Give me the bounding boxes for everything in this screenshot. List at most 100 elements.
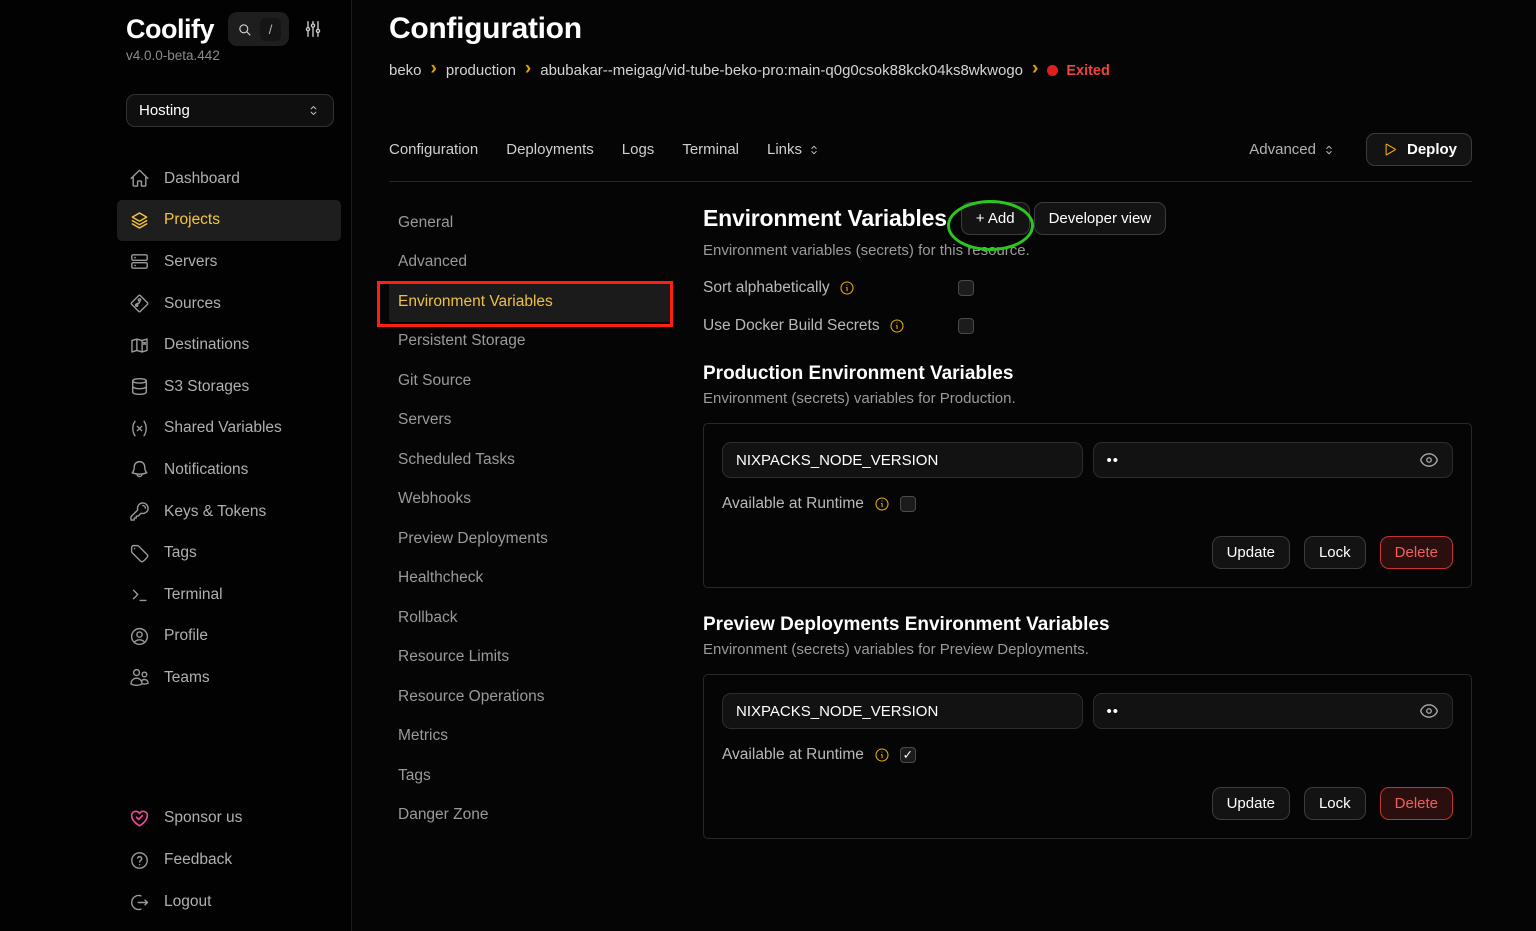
subnav-item-tags[interactable]: Tags xyxy=(389,756,672,796)
chevron-updown-icon xyxy=(1322,143,1336,157)
tab-logs[interactable]: Logs xyxy=(622,141,655,158)
key-icon xyxy=(129,501,150,522)
eye-icon[interactable] xyxy=(1419,701,1439,721)
home-icon xyxy=(129,168,150,189)
page-title: Configuration xyxy=(389,12,582,46)
subnav-item-persistent-storage[interactable]: Persistent Storage xyxy=(389,322,672,362)
main-area: Configuration beko › production › abubak… xyxy=(352,0,1536,931)
env-var-name-input[interactable] xyxy=(722,693,1083,729)
sidebar-item-keys-tokens[interactable]: Keys & Tokens xyxy=(117,491,341,533)
sidebar-item-s3-storages[interactable]: S3 Storages xyxy=(117,366,341,408)
subnav-item-resource-limits[interactable]: Resource Limits xyxy=(389,638,672,678)
subnav-item-scheduled-tasks[interactable]: Scheduled Tasks xyxy=(389,440,672,480)
server-icon xyxy=(129,251,150,272)
database-icon xyxy=(129,376,150,397)
eye-icon[interactable] xyxy=(1419,450,1439,470)
runtime-label: Available at Runtime xyxy=(722,746,864,764)
toggle-label: Sort alphabetically xyxy=(703,279,830,297)
info-icon xyxy=(889,318,905,334)
subnav-item-advanced[interactable]: Advanced xyxy=(389,243,672,283)
info-icon xyxy=(874,496,890,512)
app-logo[interactable]: Coolify xyxy=(126,14,214,45)
deploy-button[interactable]: Deploy xyxy=(1366,133,1472,166)
tab-terminal[interactable]: Terminal xyxy=(682,141,739,158)
variable-icon xyxy=(129,418,150,439)
env-var-value-input[interactable]: •• xyxy=(1093,442,1454,478)
delete-button[interactable]: Delete xyxy=(1380,787,1453,820)
subnav-item-resource-operations[interactable]: Resource Operations xyxy=(389,677,672,717)
env-var-name-input[interactable] xyxy=(722,442,1083,478)
team-selector[interactable]: Hosting xyxy=(126,94,334,127)
tab-deployments[interactable]: Deployments xyxy=(506,141,594,158)
sort-alphabetically-row: Sort alphabetically xyxy=(703,277,1472,299)
sidebar-item-logout[interactable]: Logout xyxy=(117,881,341,923)
heart-icon xyxy=(129,808,150,829)
sidebar-item-terminal[interactable]: Terminal xyxy=(117,574,341,616)
subnav-item-healthcheck[interactable]: Healthcheck xyxy=(389,559,672,599)
bell-icon xyxy=(129,459,150,480)
sidebar: Coolify / v4.0.0-beta.442 Hosting Dashbo… xyxy=(0,0,352,931)
layers-icon xyxy=(129,210,150,231)
user-circle-icon xyxy=(129,626,150,647)
sidebar-item-sources[interactable]: Sources xyxy=(117,283,341,325)
search-icon xyxy=(236,21,253,38)
sidebar-item-projects[interactable]: Projects xyxy=(117,200,341,242)
runtime-label: Available at Runtime xyxy=(722,495,864,513)
git-source-icon xyxy=(129,293,150,314)
available-at-runtime-row: Available at Runtime xyxy=(722,492,1453,516)
update-button[interactable]: Update xyxy=(1212,787,1290,820)
sliders-icon[interactable] xyxy=(303,19,323,39)
lock-button[interactable]: Lock xyxy=(1304,536,1366,569)
sidebar-item-sponsor-us[interactable]: Sponsor us xyxy=(117,797,341,839)
sidebar-item-shared-variables[interactable]: Shared Variables xyxy=(117,408,341,450)
update-button[interactable]: Update xyxy=(1212,536,1290,569)
status-label: Exited xyxy=(1066,63,1110,79)
terminal-icon xyxy=(129,584,150,605)
play-icon xyxy=(1381,141,1398,158)
sidebar-item-destinations[interactable]: Destinations xyxy=(117,324,341,366)
search-shortcut-key: / xyxy=(260,18,281,41)
sidebar-item-teams[interactable]: Teams xyxy=(117,657,341,699)
subnav-item-danger-zone[interactable]: Danger Zone xyxy=(389,796,672,836)
subnav-item-general[interactable]: General xyxy=(389,203,672,243)
sidebar-item-tags[interactable]: Tags xyxy=(117,532,341,574)
advanced-dropdown[interactable]: Advanced xyxy=(1249,141,1336,158)
subnav-item-metrics[interactable]: Metrics xyxy=(389,717,672,757)
sidebar-item-notifications[interactable]: Notifications xyxy=(117,449,341,491)
sidebar-item-dashboard[interactable]: Dashboard xyxy=(117,158,341,200)
available-at-runtime-checkbox[interactable] xyxy=(900,496,916,512)
breadcrumb-resource[interactable]: abubakar--meigag/vid-tube-beko-pro:main-… xyxy=(540,62,1023,79)
sidebar-item-feedback[interactable]: Feedback xyxy=(117,839,341,881)
section-title: Environment Variables xyxy=(703,205,947,232)
breadcrumb-environment[interactable]: production xyxy=(446,62,516,79)
subnav-item-environment-variables[interactable]: Environment Variables xyxy=(389,282,672,322)
available-at-runtime-row: Available at Runtime ✓ xyxy=(722,743,1453,767)
env-var-value-input[interactable]: •• xyxy=(1093,693,1454,729)
add-button[interactable]: + Add xyxy=(961,202,1030,235)
breadcrumb-project[interactable]: beko xyxy=(389,62,422,79)
env-var-card: •• Available at Runtime ✓ Update Lock De… xyxy=(703,674,1472,839)
sidebar-item-profile[interactable]: Profile xyxy=(117,616,341,658)
sort-alphabetically-checkbox[interactable] xyxy=(958,280,974,296)
subnav-item-preview-deployments[interactable]: Preview Deployments xyxy=(389,519,672,559)
logout-icon xyxy=(129,892,150,913)
tabs-divider xyxy=(389,181,1472,182)
tab-links[interactable]: Links xyxy=(767,141,821,158)
tab-configuration[interactable]: Configuration xyxy=(389,141,478,158)
sidebar-item-servers[interactable]: Servers xyxy=(117,241,341,283)
chevron-updown-icon xyxy=(306,103,321,118)
production-section-subtitle: Environment (secrets) variables for Prod… xyxy=(703,390,1472,407)
docker-build-secrets-checkbox[interactable] xyxy=(958,318,974,334)
search-button[interactable]: / xyxy=(228,12,289,46)
subnav-item-servers[interactable]: Servers xyxy=(389,401,672,441)
developer-view-button[interactable]: Developer view xyxy=(1034,202,1167,235)
subnav-item-git-source[interactable]: Git Source xyxy=(389,361,672,401)
delete-button[interactable]: Delete xyxy=(1380,536,1453,569)
docker-build-secrets-row: Use Docker Build Secrets xyxy=(703,315,1472,337)
users-icon xyxy=(129,667,150,688)
map-icon xyxy=(129,335,150,356)
lock-button[interactable]: Lock xyxy=(1304,787,1366,820)
subnav-item-rollback[interactable]: Rollback xyxy=(389,598,672,638)
subnav-item-webhooks[interactable]: Webhooks xyxy=(389,480,672,520)
available-at-runtime-checkbox[interactable]: ✓ xyxy=(900,747,916,763)
